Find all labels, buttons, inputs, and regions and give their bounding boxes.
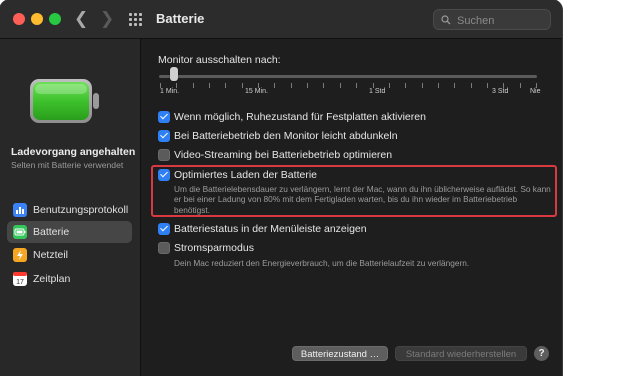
slider-tick <box>192 83 194 88</box>
dim-display-checkbox[interactable] <box>158 130 170 142</box>
sidebar-item-usage-history[interactable]: Benutzungsprotokoll <box>7 199 132 221</box>
slider-tick <box>421 83 423 88</box>
battery-status-icon <box>30 79 99 123</box>
slider-tick <box>388 83 390 88</box>
slider-tick <box>323 83 325 88</box>
hdd-sleep-label: Wenn möglich, Ruhezustand für Festplatte… <box>174 111 426 123</box>
low-power-mode-label: Stromsparmodus <box>174 242 254 254</box>
battery-settings-panel: Monitor ausschalten nach: 1 Min. 15 Min.… <box>141 39 562 376</box>
video-streaming-label: Video-Streaming bei Batteriebetrieb opti… <box>174 149 393 161</box>
slider-tick <box>405 83 407 88</box>
tick-label-1-std: 1 Std <box>369 88 386 95</box>
slider-tick <box>454 83 456 88</box>
close-window-button[interactable] <box>13 13 25 25</box>
battery-health-button[interactable]: Batteriezustand … <box>292 346 388 361</box>
monitor-off-slider-knob[interactable] <box>170 67 178 81</box>
hdd-sleep-checkbox[interactable] <box>158 111 170 123</box>
title-bar: ❮ ❯ Batterie <box>0 0 562 39</box>
slider-tick <box>470 83 472 88</box>
sidebar-item-label: Batterie <box>33 226 70 238</box>
low-power-mode-checkbox[interactable] <box>158 242 170 254</box>
monitor-off-label: Monitor ausschalten nach: <box>158 54 281 66</box>
low-power-mode-description: Dein Mac reduziert den Energieverbrauch,… <box>174 258 470 268</box>
help-button[interactable]: ? <box>534 346 549 361</box>
slider-tick <box>225 83 227 88</box>
charging-status-title: Ladevorgang angehalten <box>11 146 136 158</box>
show-all-grid-icon[interactable] <box>129 13 143 26</box>
menu-bar-battery-checkbox[interactable] <box>158 223 170 235</box>
video-streaming-checkbox[interactable] <box>158 149 170 161</box>
preferences-window: ❮ ❯ Batterie Suchen Ladevorgang angehalt… <box>0 0 562 376</box>
optimized-charging-label: Optimiertes Laden der Batterie <box>174 169 317 181</box>
bar-chart-icon <box>13 203 27 217</box>
zoom-window-button[interactable] <box>49 13 61 25</box>
slider-tick <box>486 83 488 88</box>
slider-tick <box>519 83 521 88</box>
optimized-charging-checkbox[interactable] <box>158 169 170 181</box>
sidebar-item-label: Netzteil <box>33 249 69 261</box>
slider-tick <box>307 83 309 88</box>
calendar-icon: 17 <box>13 272 27 286</box>
slider-tick <box>241 83 243 88</box>
slider-tick <box>339 83 341 88</box>
back-arrow-icon[interactable]: ❮ <box>74 8 88 30</box>
sidebar-item-label: Zeitplan <box>33 273 71 285</box>
usage-subtitle: Selten mit Batterie verwendet <box>11 160 124 170</box>
sidebar-item-power-adapter[interactable]: Netzteil <box>7 244 132 266</box>
slider-tick <box>356 83 358 88</box>
sidebar-item-label: Benutzungsprotokoll <box>33 204 129 216</box>
svg-text:17: 17 <box>16 279 24 286</box>
minimize-window-button[interactable] <box>31 13 43 25</box>
tick-label-1-min: 1 Min. <box>160 88 180 95</box>
forward-arrow-icon[interactable]: ❯ <box>100 8 114 30</box>
battery-icon <box>13 225 27 239</box>
search-icon <box>441 15 451 25</box>
slider-tick <box>437 83 439 88</box>
restore-defaults-button[interactable]: Standard wiederherstellen <box>395 346 527 361</box>
tick-label-15-min: 15 Min. <box>245 88 268 95</box>
power-plug-icon <box>13 248 27 262</box>
search-input[interactable] <box>455 12 549 29</box>
dim-display-label: Bei Batteriebetrieb den Monitor leicht a… <box>174 130 398 142</box>
tick-label-nie: Nie <box>530 88 541 95</box>
sidebar-item-schedule[interactable]: 17 Zeitplan <box>7 268 132 290</box>
window-title: Batterie <box>156 11 205 26</box>
search-field[interactable] <box>433 9 551 30</box>
slider-tick <box>274 83 276 88</box>
sidebar-item-battery[interactable]: Batterie <box>7 221 132 243</box>
slider-tick <box>290 83 292 88</box>
menu-bar-battery-label: Batteriestatus in der Menüleiste anzeige… <box>174 223 367 235</box>
tick-label-3-std: 3 Std <box>492 88 509 95</box>
monitor-off-slider[interactable] <box>159 75 537 78</box>
slider-tick <box>209 83 211 88</box>
sidebar: Ladevorgang angehalten Selten mit Batter… <box>0 39 141 376</box>
optimized-charging-description: Um die Batterielebensdauer zu verlängern… <box>174 184 551 215</box>
